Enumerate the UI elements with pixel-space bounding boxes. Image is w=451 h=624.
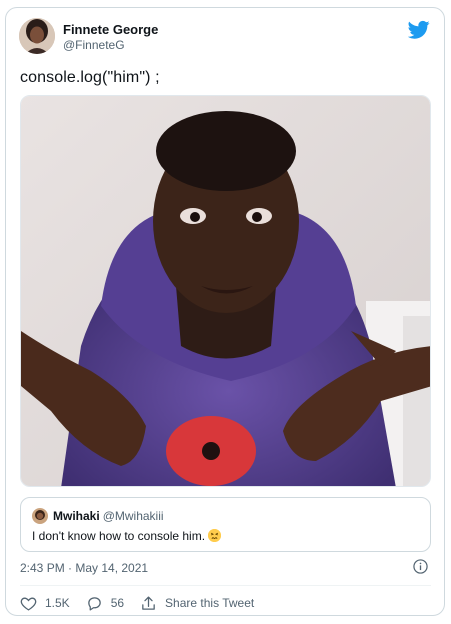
like-button[interactable]: 1.5K xyxy=(20,595,70,612)
tweet-actions: 1.5K 56 Share this Tweet xyxy=(20,594,270,612)
reply-icon xyxy=(87,596,101,611)
quoted-author-info[interactable]: Mwihaki @Mwihakiii xyxy=(53,509,164,523)
quoted-tweet[interactable]: Mwihaki @Mwihakiii I don't know how to co… xyxy=(20,497,431,552)
author-info[interactable]: Finnete George @FinneteG xyxy=(63,22,158,53)
author-handle[interactable]: @FinneteG xyxy=(63,38,158,53)
share-button[interactable]: Share this Tweet xyxy=(140,595,254,612)
reply-count: 56 xyxy=(110,596,125,610)
share-label: Share this Tweet xyxy=(165,596,255,610)
twitter-bird-icon[interactable] xyxy=(408,20,430,40)
confounded-face-icon xyxy=(208,529,222,542)
author-name[interactable]: Finnete George xyxy=(63,22,158,37)
share-icon xyxy=(142,595,155,610)
quoted-author-handle[interactable]: @Mwihakiii xyxy=(103,509,164,523)
tweet-card[interactable]: Finnete George @FinneteG console.log("hi… xyxy=(5,7,445,616)
author-avatar[interactable] xyxy=(19,18,55,54)
tweet-text: console.log("him") ; xyxy=(20,69,160,86)
divider xyxy=(20,585,431,586)
like-count: 1.5K xyxy=(45,596,70,610)
tweet-photo[interactable] xyxy=(20,95,431,487)
heart-icon xyxy=(20,597,37,611)
quoted-author-name[interactable]: Mwihaki xyxy=(53,509,100,523)
quoted-author-avatar[interactable] xyxy=(32,508,48,524)
info-icon[interactable] xyxy=(413,559,428,574)
reply-button[interactable]: 56 xyxy=(86,595,124,612)
quoted-tweet-text: I don't know how to console him. xyxy=(32,529,206,543)
quoted-tweet-text-row: I don't know how to console him. xyxy=(32,529,222,543)
tweet-timestamp[interactable]: 2:43 PM · May 14, 2021 xyxy=(20,561,148,575)
